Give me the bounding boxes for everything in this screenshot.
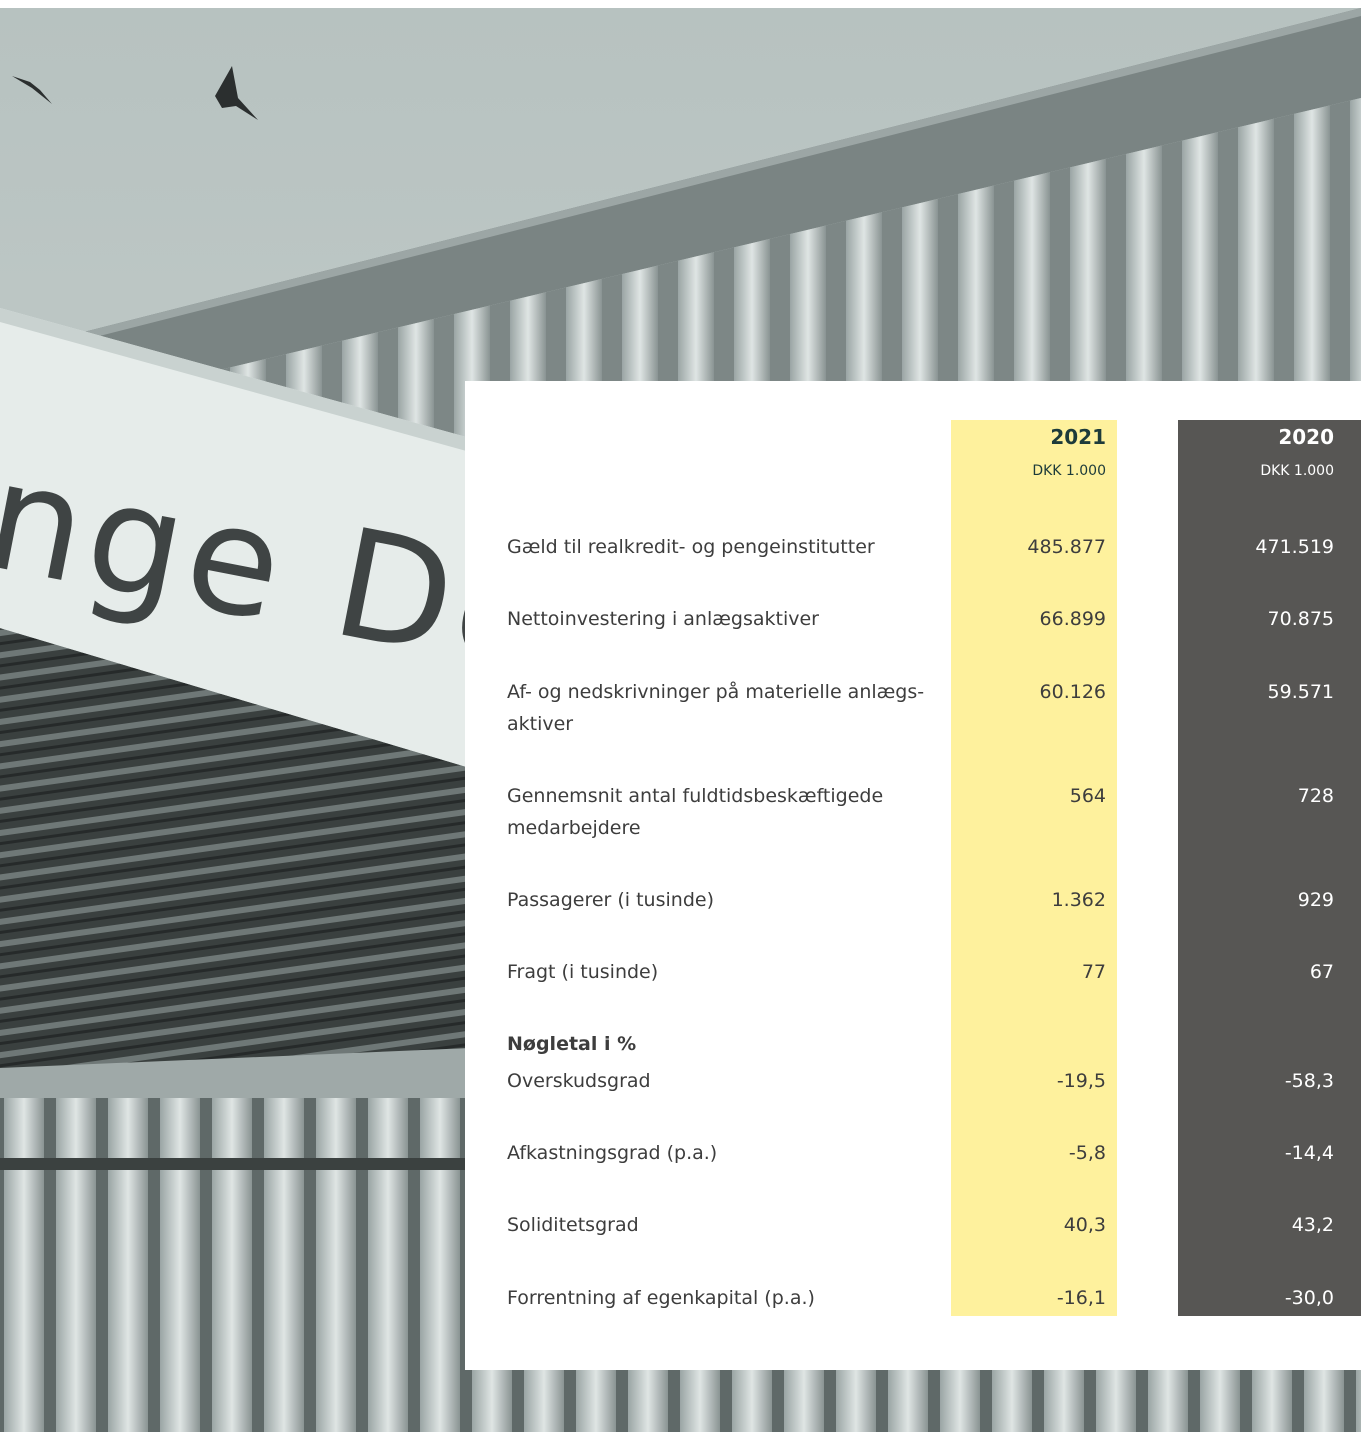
value-2021: -16,1: [1056, 1287, 1106, 1309]
value-2020: 728: [1297, 785, 1334, 807]
value-2020: 929: [1297, 889, 1334, 911]
value-2021: 40,3: [1063, 1214, 1106, 1236]
key-figures-panel: 2021 DKK 1.000 2020 DKK 1.000 Gæld til r…: [465, 381, 1361, 1370]
row-label: Passagerer (i tusinde): [507, 889, 714, 911]
value-2021: 564: [1069, 785, 1106, 807]
value-2021: 485.877: [1027, 536, 1106, 558]
value-2021: -19,5: [1056, 1070, 1106, 1092]
row-label: Forrentning af egenkapital (p.a.): [507, 1287, 815, 1309]
value-2020: 70.875: [1267, 608, 1334, 630]
row-label: Afkastningsgrad (p.a.): [507, 1142, 718, 1164]
value-2020: 59.571: [1267, 681, 1334, 703]
row-label-line1: Gennemsnit antal fuldtidsbeskæftigede: [507, 785, 884, 807]
row-label-line2: medarbejdere: [507, 817, 641, 839]
year-2020-header: 2020: [1278, 425, 1334, 449]
year-2021-header: 2021: [1050, 425, 1106, 449]
value-2020: -30,0: [1284, 1287, 1334, 1309]
value-2021: -5,8: [1068, 1142, 1106, 1164]
value-2020: 67: [1309, 961, 1334, 983]
row-label: Fragt (i tusinde): [507, 961, 659, 983]
unit-2021: DKK 1.000: [1032, 463, 1106, 479]
page: nge De 2021 DKK 1.000 2020 DKK 1.000 Gæl…: [0, 0, 1361, 1432]
value-2021: 66.899: [1039, 608, 1106, 630]
section-heading: Nøgletal i %: [507, 1033, 637, 1055]
value-2021: 1.362: [1051, 889, 1106, 911]
value-2021: 77: [1081, 961, 1106, 983]
row-label: Soliditetsgrad: [507, 1214, 639, 1236]
unit-2020: DKK 1.000: [1260, 463, 1334, 479]
value-2020: -58,3: [1284, 1070, 1334, 1092]
row-label: Nettoinvestering i anlægsaktiver: [507, 608, 819, 630]
row-label: Gæld til realkredit- og pengeinstitutter: [507, 536, 875, 558]
value-2021: 60.126: [1039, 681, 1106, 703]
row-label: Overskudsgrad: [507, 1070, 651, 1092]
value-2020: 471.519: [1255, 536, 1334, 558]
row-label-line1: Af- og nedskrivninger på materielle anlæ…: [507, 681, 925, 703]
value-2020: -14,4: [1284, 1142, 1334, 1164]
value-2020: 43,2: [1291, 1214, 1334, 1236]
row-label-line2: aktiver: [507, 713, 574, 735]
